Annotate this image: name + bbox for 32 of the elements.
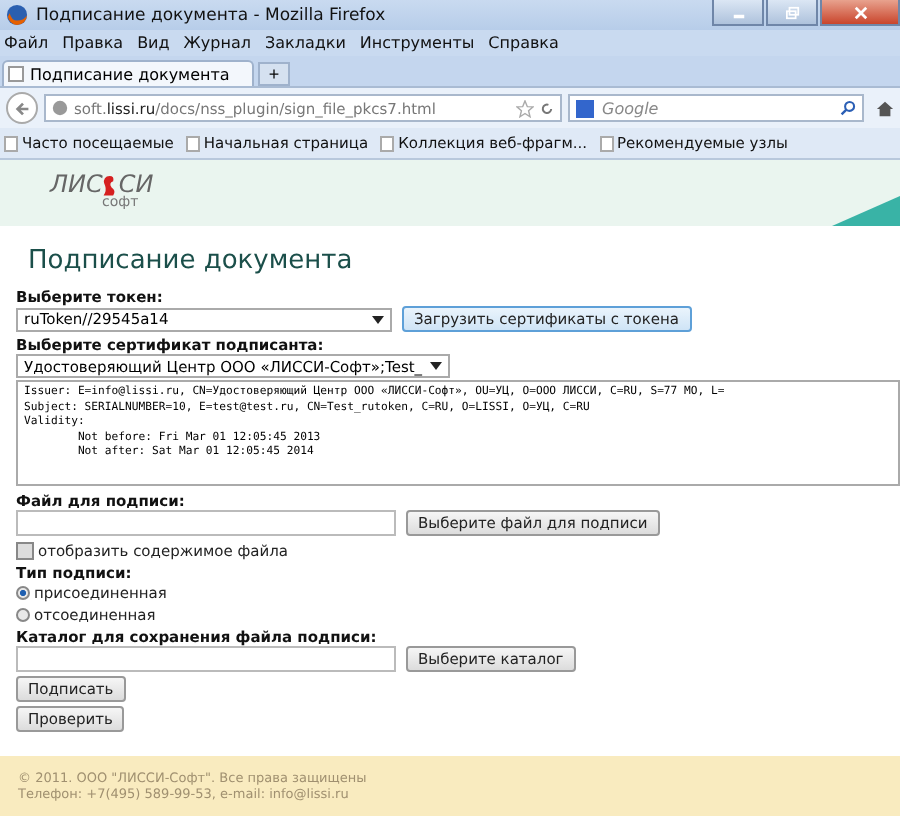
firefox-logo-icon (6, 4, 28, 26)
folder-path-field[interactable] (16, 646, 396, 672)
new-tab-button[interactable]: + (258, 62, 290, 86)
radio-button[interactable] (16, 586, 30, 600)
search-engine-icon (576, 99, 594, 117)
menu-item[interactable]: Вид (137, 34, 170, 52)
minimize-button[interactable] (712, 0, 764, 26)
home-icon[interactable] (876, 99, 894, 117)
menu-item[interactable]: Журнал (183, 34, 251, 52)
dropdown-caret-icon (430, 362, 443, 370)
maximize-button[interactable] (766, 0, 818, 26)
radio-button[interactable] (16, 608, 30, 622)
back-button[interactable] (6, 92, 38, 124)
close-button[interactable] (820, 0, 900, 26)
menu-item[interactable]: Правка (62, 34, 124, 52)
browser-tab[interactable]: Подписание документа (2, 60, 254, 86)
menu-item[interactable]: Справка (488, 34, 559, 52)
restore-icon (783, 5, 801, 19)
dropdown-caret-icon (372, 315, 384, 323)
reload-icon (540, 101, 554, 115)
search-field[interactable]: Google (568, 94, 864, 122)
back-arrow-icon (13, 99, 31, 117)
menu-item[interactable]: Закладки (264, 34, 346, 52)
close-icon (851, 5, 869, 19)
star-icon (516, 99, 534, 117)
menu-item[interactable]: Инструменты (359, 34, 475, 52)
menu-item[interactable]: Файл (4, 34, 49, 52)
window-title: Подписание документа - Mozilla Firefox (36, 5, 388, 25)
search-icon (840, 100, 856, 116)
page-heading: Подписание документа (28, 246, 355, 276)
checkbox[interactable] (16, 542, 34, 560)
file-path-field[interactable] (16, 510, 396, 536)
